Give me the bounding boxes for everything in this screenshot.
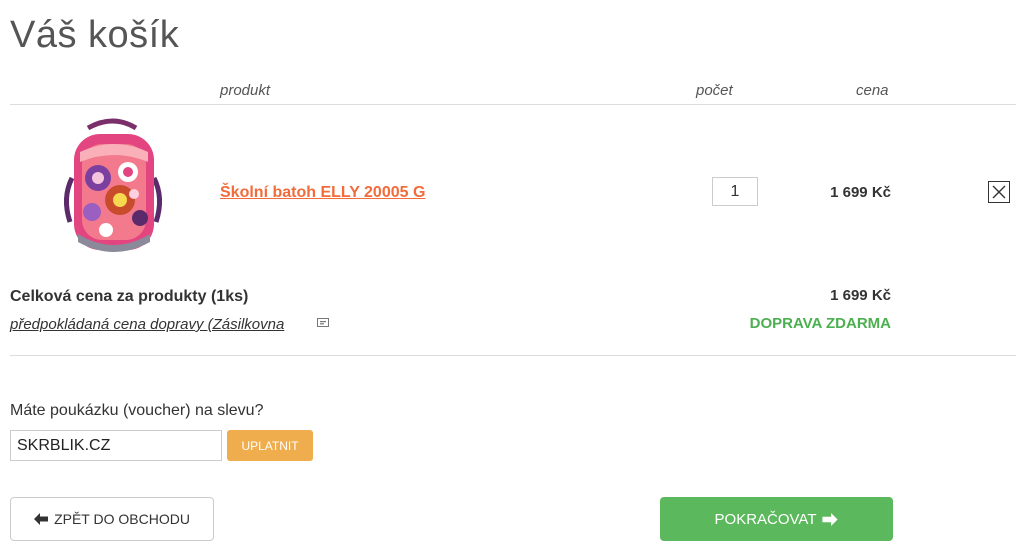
back-to-shop-button[interactable]: ZPĚT DO OBCHODU [10, 497, 214, 541]
column-header-product: produkt [220, 82, 271, 99]
product-link[interactable]: Školní batoh ELLY 20005 G [220, 184, 425, 202]
continue-button[interactable]: POKRAČOVAT [660, 497, 893, 541]
header-divider [10, 104, 1016, 105]
info-icon[interactable] [317, 318, 329, 328]
summary-divider [10, 355, 1016, 356]
total-label: Celková cena za produkty (1ks) [10, 288, 249, 305]
column-header-quantity: počet [696, 82, 733, 99]
apply-voucher-button[interactable]: UPLATNIT [227, 430, 313, 461]
remove-item-button[interactable] [988, 181, 1010, 203]
back-button-label: ZPĚT DO OBCHODU [54, 511, 190, 527]
column-header-price: cena [856, 82, 889, 99]
item-price: 1 699 Kč [830, 184, 891, 201]
close-icon [992, 185, 1006, 199]
shipping-link[interactable]: předpokládaná cena dopravy (Zásilkovna [10, 316, 284, 333]
voucher-input[interactable] [10, 430, 222, 461]
quantity-input[interactable] [712, 177, 758, 206]
continue-button-label: POKRAČOVAT [714, 510, 817, 528]
total-value: 1 699 Kč [830, 287, 891, 304]
page-title: Váš košík [10, 14, 180, 56]
voucher-label: Máte poukázku (voucher) na slevu? [10, 402, 264, 419]
arrow-left-icon [34, 513, 49, 525]
shipping-value: DOPRAVA ZDARMA [749, 315, 891, 332]
product-image[interactable] [58, 118, 168, 258]
arrow-right-icon [822, 512, 839, 526]
